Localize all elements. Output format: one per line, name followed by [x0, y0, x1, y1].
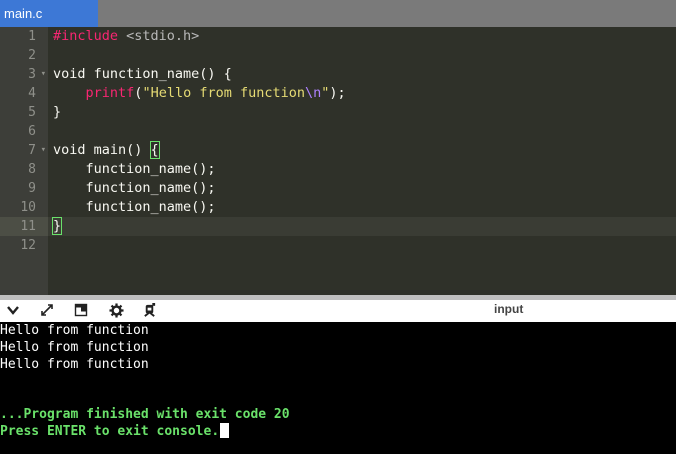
- gutter-line-9: 9: [28, 181, 36, 196]
- tab-bar: main.c: [0, 0, 676, 27]
- gutter-line-10: 10: [20, 200, 36, 215]
- tab-main-c[interactable]: main.c: [0, 0, 98, 27]
- press-enter-line: Press ENTER to exit console.: [0, 423, 230, 440]
- input-tab-label[interactable]: input: [494, 302, 523, 316]
- code-area[interactable]: #include <stdio.h> void function_name() …: [48, 27, 676, 295]
- gutter-line-11: 11: [0, 217, 48, 236]
- line-number-gutter: 1 2 3 ▾ 4 5 6 7 ▾ 8 9 10 11 12: [0, 27, 48, 295]
- code-line-3[interactable]: void function_name() {: [48, 65, 676, 84]
- gutter-line-12: 12: [20, 238, 36, 253]
- gutter-line-1: 1: [28, 29, 36, 44]
- code-line-9[interactable]: function_name();: [48, 179, 676, 198]
- console-output[interactable]: Hello from function Hello from function …: [0, 322, 676, 454]
- fold-toggle-icon[interactable]: ▾: [41, 141, 46, 160]
- console-cursor: [220, 423, 230, 438]
- console-output-line: Hello from function: [0, 340, 149, 355]
- debug-icon[interactable]: [140, 303, 158, 321]
- console-output-line: Hello from function: [0, 323, 149, 338]
- gutter-line-2: 2: [28, 48, 36, 63]
- gutter-line-5: 5: [28, 105, 36, 120]
- layout-icon[interactable]: [72, 303, 90, 321]
- code-line-5[interactable]: }: [48, 103, 676, 122]
- gutter-line-7: 7 ▾: [28, 141, 46, 160]
- gutter-line-3: 3 ▾: [28, 65, 46, 84]
- gutter-line-6: 6: [28, 124, 36, 139]
- code-editor[interactable]: 1 2 3 ▾ 4 5 6 7 ▾ 8 9 10 11 12 #include <s…: [0, 27, 676, 295]
- expand-icon[interactable]: [38, 303, 56, 321]
- fold-toggle-icon[interactable]: ▾: [41, 65, 46, 84]
- matching-brace-open: {: [149, 141, 160, 159]
- code-line-10[interactable]: function_name();: [48, 198, 676, 217]
- gutter-line-8: 8: [28, 162, 36, 177]
- chevron-down-icon[interactable]: [4, 303, 22, 321]
- code-line-1[interactable]: #include <stdio.h>: [48, 27, 676, 46]
- exit-status-line: ...Program finished with exit code 20: [0, 407, 290, 422]
- console-toolbar: input: [0, 295, 676, 322]
- console-output-line: Hello from function: [0, 357, 149, 372]
- code-line-7[interactable]: void main() {: [48, 141, 676, 160]
- code-line-8[interactable]: function_name();: [48, 160, 676, 179]
- gutter-line-4: 4: [28, 86, 36, 101]
- code-line-11[interactable]: }: [48, 217, 676, 236]
- matching-brace-close: }: [51, 217, 63, 235]
- gear-icon[interactable]: [107, 303, 125, 321]
- code-line-4[interactable]: printf("Hello from function\n");: [48, 84, 676, 103]
